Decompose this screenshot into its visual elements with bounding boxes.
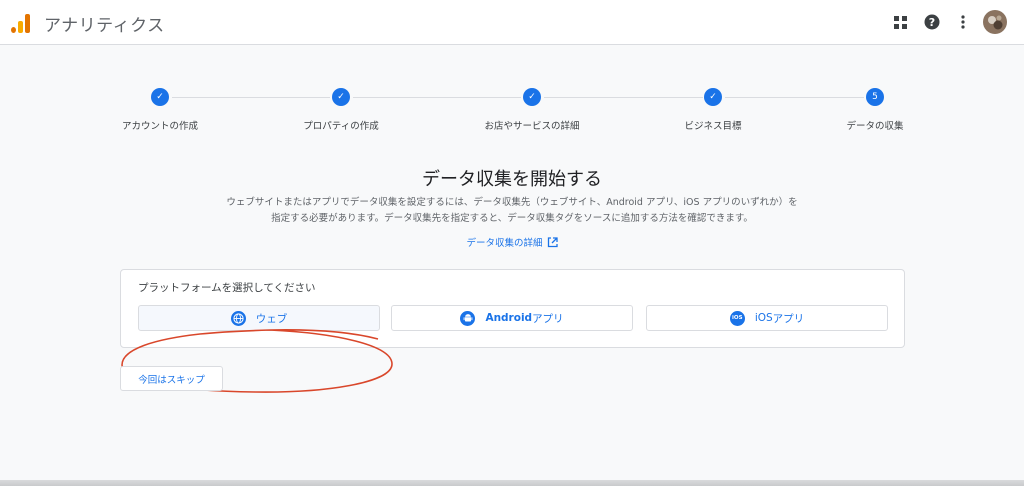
- check-icon: ✓: [523, 88, 541, 106]
- analytics-logo: [11, 13, 31, 33]
- web-label: ウェブ: [255, 312, 288, 325]
- svg-text:?: ?: [929, 16, 935, 29]
- check-icon: ✓: [704, 88, 722, 106]
- page-description: ウェブサイトまたはアプリでデータ収集を設定するには、データ収集先（ウェブサイト、…: [226, 197, 798, 224]
- platform-prompt: プラットフォームを選択してください: [138, 282, 316, 294]
- ios-brand: iOS: [754, 312, 773, 324]
- step-label: お店やサービスの詳細: [484, 121, 580, 132]
- app-title: アナリティクス: [44, 16, 165, 36]
- apps-icon[interactable]: [890, 12, 910, 32]
- step-number: 5: [866, 88, 884, 106]
- check-icon: ✓: [332, 88, 350, 106]
- ios-suffix: アプリ: [772, 312, 805, 325]
- android-suffix: アプリ: [532, 312, 564, 325]
- web-platform-button[interactable]: ウェブ: [138, 305, 380, 331]
- globe-icon: [230, 310, 246, 326]
- android-platform-button[interactable]: Android アプリ: [391, 305, 633, 331]
- step-label: データの収集: [846, 121, 904, 132]
- avatar[interactable]: [983, 10, 1007, 34]
- learn-more-link[interactable]: データ収集の詳細: [0, 235, 1024, 249]
- learn-more-label[interactable]: データ収集の詳細: [466, 238, 542, 249]
- step-account: ✓ アカウントの作成: [70, 88, 250, 132]
- ios-platform-button[interactable]: iOS iOS アプリ: [646, 305, 888, 331]
- open-in-new-icon: [547, 237, 558, 248]
- step-data-collection: 5 データの収集: [785, 88, 965, 132]
- android-brand: Android: [485, 312, 533, 324]
- step-property: ✓ プロパティの作成: [251, 88, 431, 132]
- more-vert-icon[interactable]: [953, 12, 973, 32]
- platform-selector: プラットフォームを選択してください ウェブ Android アプリ iOS iO…: [120, 269, 905, 348]
- step-label: ビジネス目標: [684, 121, 742, 132]
- check-icon: ✓: [151, 88, 169, 106]
- step-label: アカウントの作成: [121, 121, 198, 132]
- setup-page: ✓ アカウントの作成 ✓ プロパティの作成 ✓ お店やサービスの詳細 ✓ ビジネ…: [0, 45, 1024, 480]
- step-business-details: ✓ お店やサービスの詳細: [442, 88, 622, 132]
- step-business-objectives: ✓ ビジネス目標: [623, 88, 803, 132]
- android-icon: [460, 310, 476, 326]
- window-bottom-edge: [0, 480, 1024, 486]
- ios-icon: iOS: [729, 310, 745, 326]
- page-title: データ収集を開始する: [422, 169, 602, 190]
- skip-button[interactable]: 今回はスキップ: [120, 366, 223, 391]
- top-app-bar: アナリティクス ?: [0, 0, 1024, 45]
- step-label: プロパティの作成: [303, 121, 379, 132]
- help-icon[interactable]: ?: [922, 12, 942, 32]
